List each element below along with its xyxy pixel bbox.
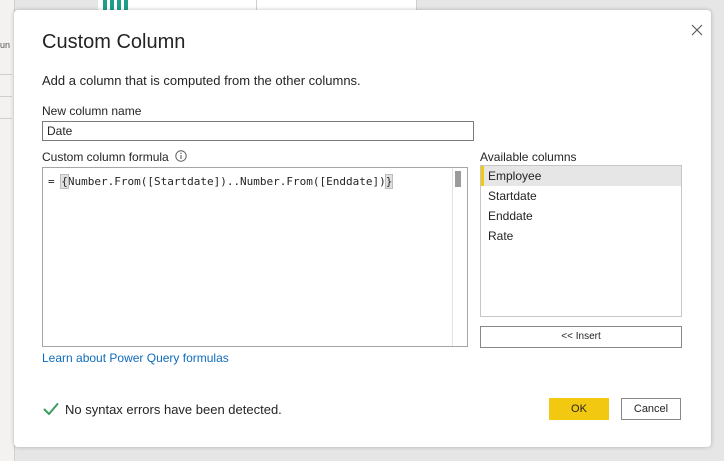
editor-scrollbar[interactable] <box>452 168 467 346</box>
new-column-name-input[interactable] <box>42 121 474 141</box>
column-item-enddate[interactable]: Enddate <box>481 206 681 226</box>
background-divider <box>0 96 12 97</box>
formula-editor[interactable]: = {Number.From([Startdate])..Number.From… <box>42 167 468 347</box>
close-icon[interactable] <box>689 22 705 38</box>
background-cut-label: un <box>0 40 11 50</box>
formula-body: Number.From([Startdate])..Number.From([E… <box>67 175 386 188</box>
cancel-button[interactable]: Cancel <box>621 398 681 420</box>
available-columns-label: Available columns <box>480 150 577 164</box>
available-columns-list: Employee Startdate Enddate Rate <box>480 165 682 317</box>
background-chart-icon <box>103 0 128 10</box>
formula-close-brace: } <box>384 174 394 189</box>
checkmark-icon <box>43 403 59 415</box>
formula-open-brace: { <box>60 174 69 189</box>
syntax-status: No syntax errors have been detected. <box>65 402 282 417</box>
column-item-startdate[interactable]: Startdate <box>481 186 681 206</box>
formula-label: Custom column formula <box>42 150 169 164</box>
custom-column-dialog: Custom Column Add a column that is compu… <box>14 10 711 447</box>
formula-prefix: = <box>48 175 62 188</box>
new-column-name-label: New column name <box>42 104 142 118</box>
insert-button[interactable]: << Insert <box>480 326 682 348</box>
learn-power-query-link[interactable]: Learn about Power Query formulas <box>42 351 229 365</box>
column-item-employee[interactable]: Employee <box>481 166 681 186</box>
background-divider <box>0 118 12 119</box>
dialog-subtitle: Add a column that is computed from the o… <box>42 73 361 88</box>
ok-button[interactable]: OK <box>549 398 609 420</box>
column-item-rate[interactable]: Rate <box>481 226 681 246</box>
formula-text[interactable]: = {Number.From([Startdate])..Number.From… <box>48 174 394 189</box>
background-divider <box>0 74 12 75</box>
dialog-title: Custom Column <box>42 31 186 53</box>
info-icon[interactable] <box>175 150 187 162</box>
editor-scrollbar-thumb[interactable] <box>455 171 461 187</box>
background-side-panel <box>0 0 15 461</box>
